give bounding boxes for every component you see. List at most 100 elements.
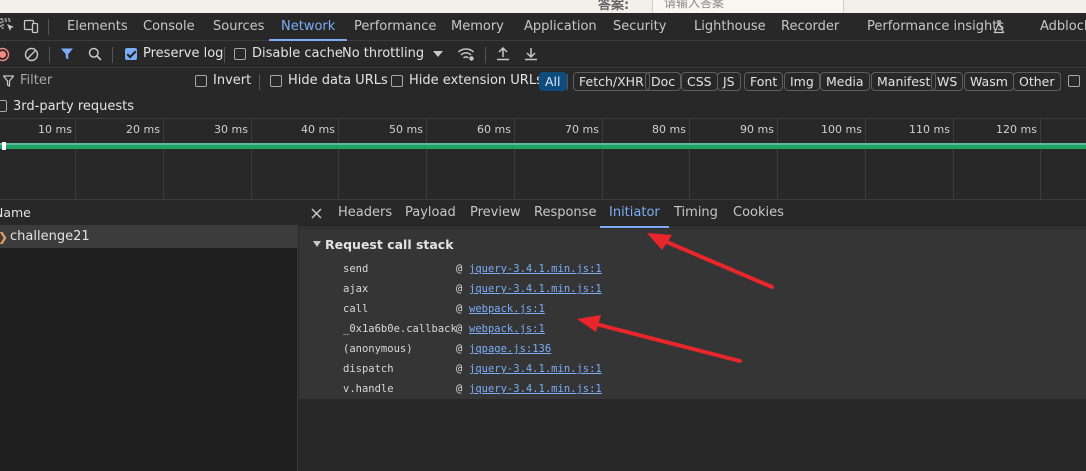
network-conditions-icon[interactable] — [457, 46, 475, 62]
filter-icon — [3, 75, 14, 87]
disable-cache-label: Disable cache — [252, 46, 343, 61]
third-party-label: 3rd-party requests — [13, 99, 135, 114]
filter-icon[interactable] — [60, 47, 74, 61]
invert-label: Invert — [213, 73, 252, 88]
stack-function: send — [343, 263, 369, 275]
stack-source-link[interactable]: webpack.js:1 — [469, 319, 545, 339]
stack-function: dispatch — [343, 363, 394, 375]
tab-timing[interactable]: Timing — [674, 200, 718, 228]
toolbar-separator — [485, 47, 486, 63]
request-row[interactable]: ❯ challenge21 — [0, 226, 298, 248]
tick-label: 100 ms — [821, 123, 862, 136]
tick-line — [1040, 119, 1041, 200]
chip-other[interactable]: Other — [1013, 72, 1061, 91]
tab-memory[interactable]: Memory — [451, 13, 504, 41]
stack-at: @ — [456, 283, 463, 295]
tab-preview[interactable]: Preview — [470, 200, 521, 228]
chip-fetch-xhr[interactable]: Fetch/XHR — [573, 72, 650, 91]
chip-wasm[interactable]: Wasm — [964, 72, 1014, 91]
stack-function: _0x1a6b0e.callback — [343, 323, 457, 335]
stack-source-link[interactable]: jquery-3.4.1.min.js:1 — [469, 279, 602, 299]
tick-line — [777, 119, 778, 200]
throttling-select[interactable]: No throttling — [342, 41, 424, 68]
tab-response[interactable]: Response — [534, 200, 596, 228]
tab-payload[interactable]: Payload — [405, 200, 456, 228]
timeline-request-bar — [0, 145, 1086, 149]
stack-at: @ — [456, 383, 463, 395]
tab-network[interactable]: Network — [268, 13, 348, 41]
chip-media[interactable]: Media — [820, 72, 870, 91]
timeline-overview[interactable]: 10 ms 20 ms 30 ms 40 ms 50 ms 60 ms 70 m… — [0, 119, 1086, 200]
chip-js[interactable]: JS — [717, 72, 741, 91]
tab-recorder[interactable]: Recorder — [781, 13, 839, 41]
tick-line — [514, 119, 515, 200]
tab-lighthouse[interactable]: Lighthouse — [694, 13, 766, 41]
tab-performance[interactable]: Performance — [354, 13, 436, 41]
tab-console[interactable]: Console — [143, 13, 195, 41]
chip-manifest[interactable]: Manifest — [871, 72, 937, 91]
call-stack-title: Request call stack — [325, 237, 454, 252]
tab-performance-insights[interactable]: Performance insights — [867, 13, 1005, 41]
tab-adblock[interactable]: Adblock — [1040, 13, 1086, 41]
tab-cookies[interactable]: Cookies — [733, 200, 784, 228]
tab-sources[interactable]: Sources — [213, 13, 264, 41]
stack-source-link[interactable]: jquery-3.4.1.min.js:1 — [469, 359, 602, 379]
tick-label: 110 ms — [909, 123, 950, 136]
tab-security[interactable]: Security — [613, 13, 666, 41]
invert-checkbox[interactable] — [195, 75, 207, 87]
tab-headers[interactable]: Headers — [338, 200, 392, 228]
record-icon[interactable] — [0, 47, 10, 62]
toolbar-separator — [112, 47, 113, 63]
filter-input[interactable]: Filter — [20, 68, 52, 95]
devtools-tabbar: Elements Console Sources Network Perform… — [0, 13, 1086, 41]
tab-elements[interactable]: Elements — [67, 13, 128, 41]
answer-placeholder: 请输入答案 — [664, 0, 725, 10]
chip-font[interactable]: Font — [744, 72, 784, 91]
tab-initiator[interactable]: Initiator — [600, 200, 669, 228]
device-toolbar-icon[interactable] — [23, 18, 39, 34]
chevron-down-icon — [433, 51, 443, 57]
call-stack-section-header[interactable]: Request call stack — [313, 237, 454, 252]
import-har-icon[interactable] — [496, 46, 510, 61]
close-icon[interactable] — [311, 208, 322, 219]
page-strip: 答案: 请输入答案 — [0, 0, 1086, 13]
hide-extension-urls-checkbox[interactable] — [391, 75, 403, 87]
triangle-down-icon — [313, 241, 321, 247]
export-har-icon[interactable] — [524, 46, 538, 61]
inspect-element-icon[interactable] — [0, 18, 16, 34]
answer-label: 答案: — [598, 0, 630, 13]
column-header-name-label: Name — [0, 205, 31, 220]
hide-data-urls-checkbox[interactable] — [270, 75, 282, 87]
tabbar-separator — [48, 19, 49, 35]
tick-label: 10 ms — [38, 123, 72, 136]
stack-source-link[interactable]: jqpage.js:136 — [469, 339, 551, 359]
column-header-name[interactable]: Name — [0, 200, 298, 226]
tick-label: 50 ms — [389, 123, 423, 136]
chip-all[interactable]: All — [539, 72, 567, 91]
filter-separator — [567, 74, 568, 90]
filter-bar: Filter Invert Hide data URLs Hide extens… — [0, 68, 1086, 95]
chip-img[interactable]: Img — [784, 72, 820, 91]
chip-css[interactable]: CSS — [681, 72, 718, 91]
request-name: challenge21 — [10, 229, 90, 244]
chip-doc[interactable]: Doc — [645, 72, 682, 91]
stack-function: call — [343, 303, 369, 315]
preserve-log-checkbox[interactable] — [125, 48, 137, 60]
disable-cache-checkbox[interactable] — [234, 48, 246, 60]
tick-line — [75, 119, 76, 200]
blocked-requests-checkbox[interactable] — [1068, 75, 1080, 87]
stack-source-link[interactable]: jquery-3.4.1.min.js:1 — [469, 259, 602, 279]
stack-source-link[interactable]: webpack.js:1 — [469, 299, 545, 319]
filter-separator — [1060, 74, 1061, 90]
tick-label: 30 ms — [214, 123, 248, 136]
search-icon[interactable] — [88, 47, 102, 61]
tab-performance-insights-label: Performance insights — [867, 19, 1005, 34]
chip-ws[interactable]: WS — [931, 72, 964, 91]
third-party-checkbox[interactable] — [0, 100, 7, 112]
stack-source-link[interactable]: jquery-3.4.1.min.js:1 — [469, 379, 602, 399]
stack-at: @ — [456, 323, 463, 335]
tab-application[interactable]: Application — [524, 13, 597, 41]
clear-icon[interactable] — [24, 47, 39, 62]
hide-extension-urls-label: Hide extension URLs — [409, 73, 543, 88]
tick-line — [602, 119, 603, 200]
